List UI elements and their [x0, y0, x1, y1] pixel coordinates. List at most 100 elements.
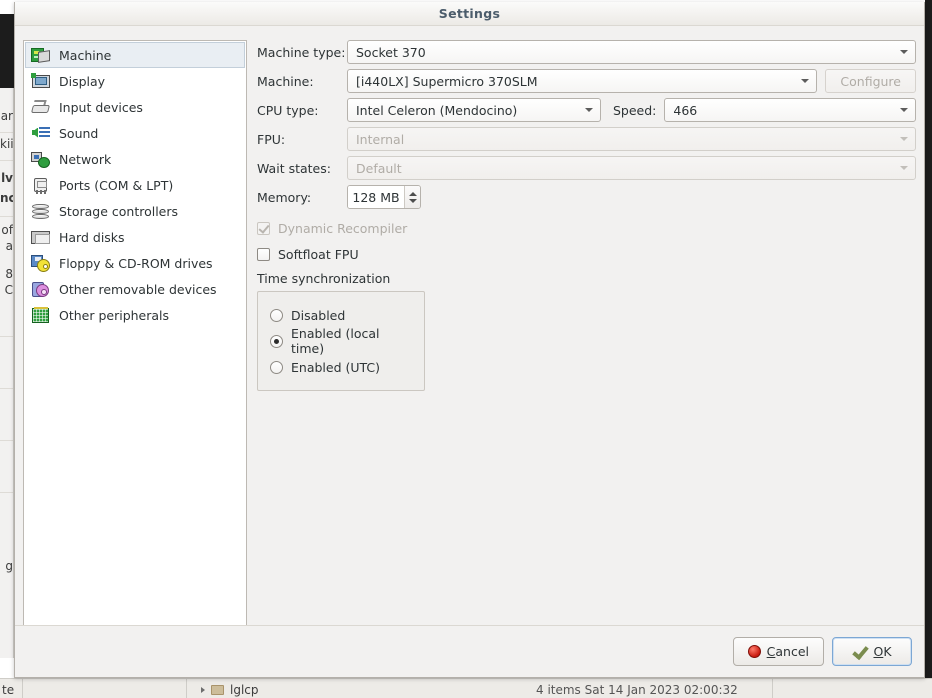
background-separator — [0, 492, 13, 493]
background-text-fragment: kii — [0, 137, 14, 151]
sidebar-item-label: Sound — [59, 125, 99, 141]
speed-value: 466 — [673, 102, 698, 118]
memory-stepper[interactable]: 128 MB — [347, 185, 421, 209]
chevron-down-icon — [900, 108, 908, 112]
cpu-type-label: CPU type: — [257, 102, 319, 118]
background-statusbar-left-label: te — [2, 683, 15, 697]
machine-select[interactable]: [i440LX] Supermicro 370SLM — [347, 69, 818, 93]
softfloat-fpu-row[interactable]: Softfloat FPU — [257, 243, 916, 265]
sidebar-item-sound[interactable]: Sound — [25, 120, 245, 146]
fpu-label: FPU: — [257, 131, 286, 147]
settings-dialog: Settings Machine Display Input devices S… — [14, 2, 925, 678]
wait-states-row: Wait states: Default — [257, 156, 916, 180]
speed-select[interactable]: 466 — [664, 98, 916, 122]
sidebar-item-label: Input devices — [59, 99, 143, 115]
cpu-type-row: CPU type: Intel Celeron (Mendocino) Spee… — [257, 98, 916, 122]
machine-type-select[interactable]: Socket 370 — [347, 40, 916, 64]
background-text-fragment: nc — [0, 191, 13, 205]
network-icon — [31, 150, 51, 169]
machine-settings-pane: Machine type: Socket 370 Machine: [i440L… — [257, 40, 916, 625]
chevron-right-icon — [201, 687, 205, 693]
background-statusbar-status: 4 items Sat 14 Jan 2023 02:00:32 — [536, 683, 738, 697]
other-peripherals-icon — [31, 306, 51, 325]
dialog-body: Machine Display Input devices Sound Netw… — [15, 26, 924, 630]
dialog-titlebar[interactable]: Settings — [15, 2, 924, 26]
time-sync-option-disabled[interactable]: Disabled — [270, 302, 412, 328]
wait-states-select[interactable]: Default — [347, 156, 916, 180]
machine-type-label: Machine type: — [257, 44, 346, 60]
ok-button-label: OK — [873, 644, 892, 659]
dialog-title: Settings — [438, 6, 501, 21]
screen: ar kii lv nc of a 8 C g te lglcp 4 items… — [0, 0, 932, 698]
sidebar-item-label: Storage controllers — [59, 203, 179, 219]
cancel-button[interactable]: Cancel — [732, 637, 824, 666]
chevron-down-icon — [801, 79, 810, 83]
cpu-type-value: Intel Celeron (Mendocino) — [356, 102, 518, 118]
floppy-cdrom-icon — [31, 254, 51, 273]
background-separator — [0, 132, 13, 133]
machine-value: [i440LX] Supermicro 370SLM — [356, 73, 538, 89]
hard-disks-icon — [31, 228, 51, 247]
background-desktop-dark-right — [925, 0, 932, 678]
machine-row: Machine: [i440LX] Supermicro 370SLM Conf… — [257, 69, 916, 93]
sidebar-item-label: Hard disks — [59, 229, 125, 245]
fpu-value: Internal — [356, 131, 405, 147]
sidebar-item-machine[interactable]: Machine — [25, 42, 245, 68]
dynamic-recompiler-checkbox[interactable] — [257, 221, 270, 235]
background-statusbar-divider — [772, 679, 773, 698]
radio-enabled-utc[interactable] — [270, 360, 283, 374]
sidebar-item-ports[interactable]: Ports (COM & LPT) — [25, 172, 245, 198]
sidebar-item-removable-devices[interactable]: Other removable devices — [25, 276, 245, 302]
radio-disabled[interactable] — [270, 308, 283, 322]
sidebar-item-floppy-cdrom[interactable]: Floppy & CD-ROM drives — [25, 250, 245, 276]
radio-enabled-local-time[interactable] — [270, 334, 283, 348]
sidebar-item-network[interactable]: Network — [25, 146, 245, 172]
fpu-select[interactable]: Internal — [347, 127, 916, 151]
memory-row: Memory: 128 MB — [257, 185, 916, 209]
sidebar-item-label: Other removable devices — [59, 281, 217, 297]
machine-label: Machine: — [257, 73, 314, 89]
background-text-fragment: C — [4, 283, 13, 297]
cpu-type-select[interactable]: Intel Celeron (Mendocino) — [347, 98, 601, 122]
sidebar-item-display[interactable]: Display — [25, 68, 245, 94]
cancel-button-label: Cancel — [766, 644, 809, 659]
time-sync-option-label: Enabled (local time) — [291, 326, 380, 356]
stepper-down-icon[interactable] — [408, 198, 417, 203]
background-window-left-strip: ar kii lv nc of a 8 C g — [0, 88, 14, 658]
sidebar-item-storage-controllers[interactable]: Storage controllers — [25, 198, 245, 224]
machine-icon — [31, 46, 51, 65]
fpu-row: FPU: Internal — [257, 127, 916, 151]
sidebar-item-other-peripherals[interactable]: Other peripherals — [25, 302, 245, 328]
dynamic-recompiler-label: Dynamic Recompiler — [278, 220, 408, 236]
stepper-up-icon[interactable] — [408, 191, 417, 196]
time-sync-option-label: Enabled (UTC) — [291, 359, 381, 375]
memory-stepper-buttons[interactable] — [404, 186, 420, 208]
machine-type-row: Machine type: Socket 370 — [257, 40, 916, 64]
wait-states-label: Wait states: — [257, 160, 331, 176]
settings-category-list[interactable]: Machine Display Input devices Sound Netw… — [23, 40, 247, 630]
ok-button[interactable]: OK — [832, 637, 912, 666]
time-sync-option-local-time[interactable]: Enabled (local time) — [270, 326, 412, 356]
sidebar-item-label: Network — [59, 151, 112, 167]
wait-states-value: Default — [356, 160, 402, 176]
sidebar-item-label: Display — [59, 73, 106, 89]
background-statusbar-divider — [186, 679, 187, 698]
background-text-fragment: of — [1, 223, 13, 237]
time-sync-option-utc[interactable]: Enabled (UTC) — [270, 354, 412, 380]
stop-icon — [747, 645, 761, 658]
sidebar-item-label: Machine — [59, 47, 112, 63]
softfloat-fpu-checkbox[interactable] — [257, 247, 270, 261]
dynamic-recompiler-row[interactable]: Dynamic Recompiler — [257, 217, 916, 239]
check-icon — [852, 645, 867, 658]
dialog-footer: Cancel OK — [15, 625, 924, 677]
sidebar-item-hard-disks[interactable]: Hard disks — [25, 224, 245, 250]
sidebar-item-input-devices[interactable]: Input devices — [25, 94, 245, 120]
configure-button[interactable]: Configure — [825, 69, 916, 93]
background-statusbar-divider — [22, 679, 23, 698]
softfloat-fpu-label: Softfloat FPU — [278, 246, 359, 262]
machine-type-value: Socket 370 — [356, 44, 426, 60]
background-separator — [0, 216, 13, 217]
time-sync-group: Disabled Enabled (local time) Enabled (U… — [257, 291, 425, 391]
chevron-down-icon — [585, 108, 593, 112]
sound-icon — [31, 124, 51, 143]
